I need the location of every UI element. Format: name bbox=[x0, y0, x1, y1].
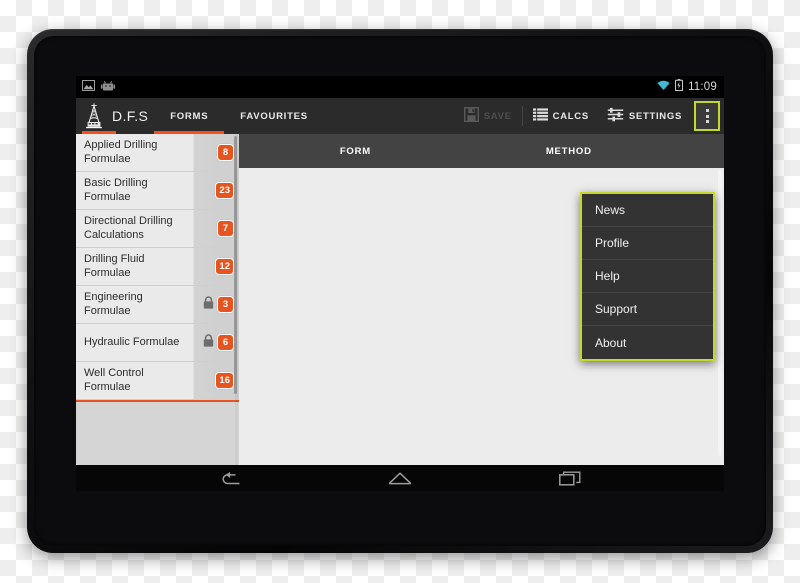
list-item-label: Applied Drilling Formulae bbox=[84, 139, 158, 165]
tab-forms[interactable]: FORMS bbox=[154, 98, 225, 134]
back-arrow-icon[interactable] bbox=[219, 471, 241, 486]
list-item-meta: 7 bbox=[193, 220, 239, 237]
save-button[interactable]: SAVE bbox=[455, 98, 521, 134]
status-badge: 16 bbox=[215, 372, 234, 389]
menu-item-support-label: Support bbox=[595, 302, 638, 316]
battery-icon bbox=[675, 78, 684, 96]
tab-forms-label: FORMS bbox=[170, 110, 209, 122]
table-header-row: FORM METHOD bbox=[239, 134, 724, 168]
list-item[interactable]: Basic Drilling Formulae 23 bbox=[76, 172, 239, 210]
sliders-settings-icon bbox=[607, 107, 624, 125]
tablet-screen: 11:09 D.F.S FORMS FAVOURITES SAVE CALCS … bbox=[76, 76, 724, 491]
menu-item-about[interactable]: About bbox=[582, 326, 713, 359]
status-badge: 8 bbox=[217, 144, 234, 161]
column-header-method: METHOD bbox=[545, 145, 592, 157]
list-item-meta: 6 bbox=[193, 333, 239, 352]
list-item-meta: 12 bbox=[193, 258, 239, 275]
list-item-meta: 16 bbox=[193, 372, 239, 389]
drilling-rig-logo-icon bbox=[83, 103, 105, 129]
overflow-dot-3 bbox=[705, 120, 709, 123]
action-bar-actions: SAVE CALCS SETTINGS bbox=[455, 98, 724, 134]
tab-favourites[interactable]: FAVOURITES bbox=[224, 98, 324, 134]
list-item[interactable]: Directional Drilling Calculations 7 bbox=[76, 210, 239, 248]
menu-item-about-label: About bbox=[595, 335, 627, 350]
overflow-dropdown-menu: News Profile Help Support About bbox=[580, 192, 715, 361]
lock-icon bbox=[203, 295, 214, 314]
recent-apps-icon[interactable] bbox=[558, 471, 581, 486]
calcs-label: CALCS bbox=[552, 110, 589, 122]
list-item-label: Hydraulic Formulae bbox=[84, 335, 180, 348]
wifi-icon bbox=[657, 78, 670, 96]
app-body: Applied Drilling Formulae 8 Basic Drilli… bbox=[76, 134, 724, 465]
settings-button[interactable]: SETTINGS bbox=[598, 98, 691, 134]
list-item-meta: 23 bbox=[193, 182, 239, 199]
menu-item-news[interactable]: News bbox=[582, 194, 713, 227]
list-item[interactable]: Applied Drilling Formulae 8 bbox=[76, 134, 239, 172]
status-badge: 7 bbox=[217, 220, 234, 237]
menu-item-profile[interactable]: Profile bbox=[582, 227, 713, 260]
list-item[interactable]: Hydraulic Formulae 6 bbox=[76, 324, 239, 362]
app-action-bar: D.F.S FORMS FAVOURITES SAVE CALCS SETTIN… bbox=[76, 98, 724, 134]
status-badge: 6 bbox=[217, 334, 234, 351]
list-item-label: Drilling Fluid Formulae bbox=[84, 253, 145, 279]
column-header-form: FORM bbox=[339, 145, 371, 157]
tab-favourites-label: FAVOURITES bbox=[240, 110, 308, 122]
app-name: D.F.S bbox=[112, 108, 149, 124]
status-badge: 3 bbox=[217, 296, 234, 313]
menu-item-news-label: News bbox=[595, 203, 626, 217]
image-notification-icon bbox=[82, 78, 95, 96]
list-item-meta: 8 bbox=[193, 144, 239, 161]
list-item[interactable]: Engineering Formulae 3 bbox=[76, 286, 239, 324]
menu-item-profile-label: Profile bbox=[595, 236, 630, 250]
status-notifications bbox=[82, 78, 115, 96]
overflow-dot-1 bbox=[705, 109, 709, 112]
android-status-bar: 11:09 bbox=[76, 76, 724, 98]
android-robot-notification-icon bbox=[101, 78, 115, 96]
menu-item-help[interactable]: Help bbox=[582, 260, 713, 293]
settings-label: SETTINGS bbox=[628, 110, 682, 122]
list-item[interactable]: Drilling Fluid Formulae 12 bbox=[76, 248, 239, 286]
overflow-menu-button[interactable] bbox=[694, 101, 720, 131]
menu-item-help-label: Help bbox=[595, 269, 620, 283]
sidebar-scrollbar-thumb[interactable] bbox=[234, 136, 237, 394]
formula-categories-sidebar: Applied Drilling Formulae 8 Basic Drilli… bbox=[76, 134, 239, 465]
list-item-meta: 3 bbox=[193, 295, 239, 314]
status-clock: 11:09 bbox=[688, 81, 717, 93]
lock-icon bbox=[203, 333, 214, 352]
action-divider-1 bbox=[521, 106, 523, 126]
list-item-label: Directional Drilling Calculations bbox=[84, 215, 173, 241]
list-item-label: Well Control Formulae bbox=[84, 367, 144, 393]
status-badge: 23 bbox=[215, 182, 234, 199]
status-system-icons: 11:09 bbox=[657, 78, 717, 96]
save-label: SAVE bbox=[483, 110, 512, 122]
sidebar-scrollbar-track[interactable] bbox=[234, 134, 238, 465]
content-scrollbar-thumb[interactable] bbox=[718, 170, 722, 456]
menu-item-support[interactable]: Support bbox=[582, 293, 713, 326]
list-item-label: Engineering Formulae bbox=[84, 291, 143, 317]
home-icon[interactable] bbox=[388, 471, 412, 486]
sidebar-empty-area bbox=[76, 402, 239, 465]
overflow-dot-2 bbox=[705, 114, 709, 118]
list-item[interactable]: Well Control Formulae 16 bbox=[76, 362, 239, 400]
android-navigation-bar bbox=[76, 465, 724, 491]
floppy-disk-save-icon bbox=[463, 106, 479, 125]
calcs-button[interactable]: CALCS bbox=[524, 98, 598, 134]
list-item-label: Basic Drilling Formulae bbox=[84, 177, 148, 203]
status-badge: 12 bbox=[215, 258, 234, 275]
app-brand[interactable]: D.F.S bbox=[76, 98, 154, 134]
list-lines-calcs-icon bbox=[532, 108, 548, 124]
